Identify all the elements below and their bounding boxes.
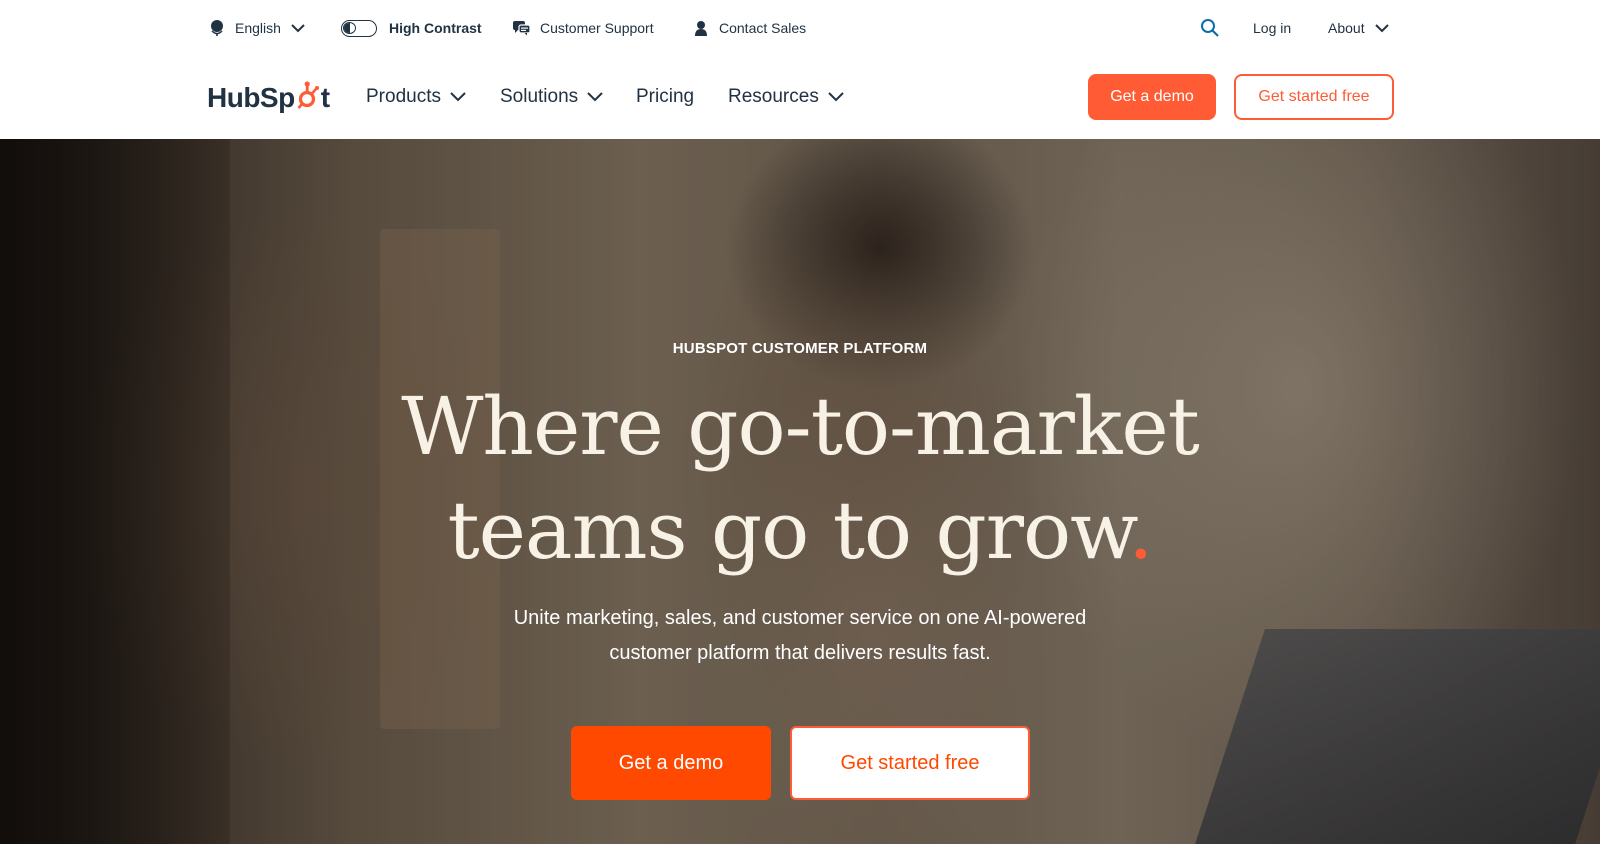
logo-text: HubSp — [207, 82, 295, 113]
get-demo-button[interactable]: Get a demo — [1088, 74, 1216, 120]
hubspot-logo[interactable]: HubSp t — [207, 80, 330, 116]
about-menu[interactable]: About — [1328, 15, 1389, 41]
about-label: About — [1328, 20, 1365, 36]
nav-products[interactable]: Products — [366, 84, 466, 110]
hero-eyebrow: HUBSPOT CUSTOMER PLATFORM — [672, 340, 928, 357]
get-started-free-button[interactable]: Get started free — [1234, 74, 1394, 120]
nav-solutions-label: Solutions — [500, 86, 579, 107]
high-contrast-toggle[interactable]: High Contrast — [341, 15, 482, 41]
nav-solutions[interactable]: Solutions — [500, 84, 603, 110]
hero-section: HUBSPOT CUSTOMER PLATFORM Where go-to-ma… — [0, 139, 1600, 844]
globe-icon — [209, 19, 225, 37]
search-icon — [1200, 18, 1220, 38]
nav-pricing-label: Pricing — [636, 86, 695, 107]
logo-text-end: t — [320, 82, 330, 113]
search-button[interactable] — [1200, 15, 1220, 41]
hero-get-demo-button[interactable]: Get a demo — [571, 726, 771, 800]
hero-subtitle: Unite marketing, sales, and customer ser… — [0, 601, 1600, 671]
hero-title-line-2: teams go to grow — [447, 484, 1129, 577]
chevron-down-icon — [291, 23, 305, 33]
toggle-icon — [341, 19, 377, 37]
hero-title-line-1: Where go-to-market — [401, 380, 1200, 473]
chevron-down-icon — [1374, 23, 1389, 33]
sprocket-icon — [296, 80, 320, 117]
hero-get-started-free-button[interactable]: Get started free — [790, 726, 1030, 800]
customer-support-label: Customer Support — [540, 20, 654, 36]
login-link[interactable]: Log in — [1253, 15, 1291, 41]
customer-support-link[interactable]: Customer Support — [512, 15, 654, 41]
login-label: Log in — [1253, 20, 1292, 36]
language-selector[interactable]: English — [209, 15, 305, 41]
hero-title-dot: . — [1128, 484, 1153, 577]
nav-resources[interactable]: Resources — [728, 84, 844, 110]
chevron-down-icon — [450, 86, 466, 108]
main-nav: HubSp t Products Solutions Pricing Resou… — [0, 56, 1600, 139]
contact-sales-link[interactable]: Contact Sales — [694, 15, 806, 41]
nav-pricing[interactable]: Pricing — [636, 84, 694, 110]
person-icon — [694, 20, 708, 37]
high-contrast-label: High Contrast — [389, 20, 482, 36]
nav-resources-label: Resources — [728, 86, 819, 107]
language-label: English — [235, 20, 281, 36]
chevron-down-icon — [828, 86, 844, 108]
nav-products-label: Products — [366, 86, 441, 107]
hero-subtitle-line-1: Unite marketing, sales, and customer ser… — [513, 607, 1087, 629]
utility-bar: English High Contrast Customer Support C… — [0, 0, 1600, 56]
contact-sales-label: Contact Sales — [719, 20, 807, 36]
chevron-down-icon — [587, 86, 603, 108]
hero-subtitle-line-2: customer platform that delivers results … — [609, 642, 991, 664]
hero-title: Where go-to-market teams go to grow. — [0, 375, 1600, 583]
chat-bubbles-icon — [512, 20, 531, 36]
